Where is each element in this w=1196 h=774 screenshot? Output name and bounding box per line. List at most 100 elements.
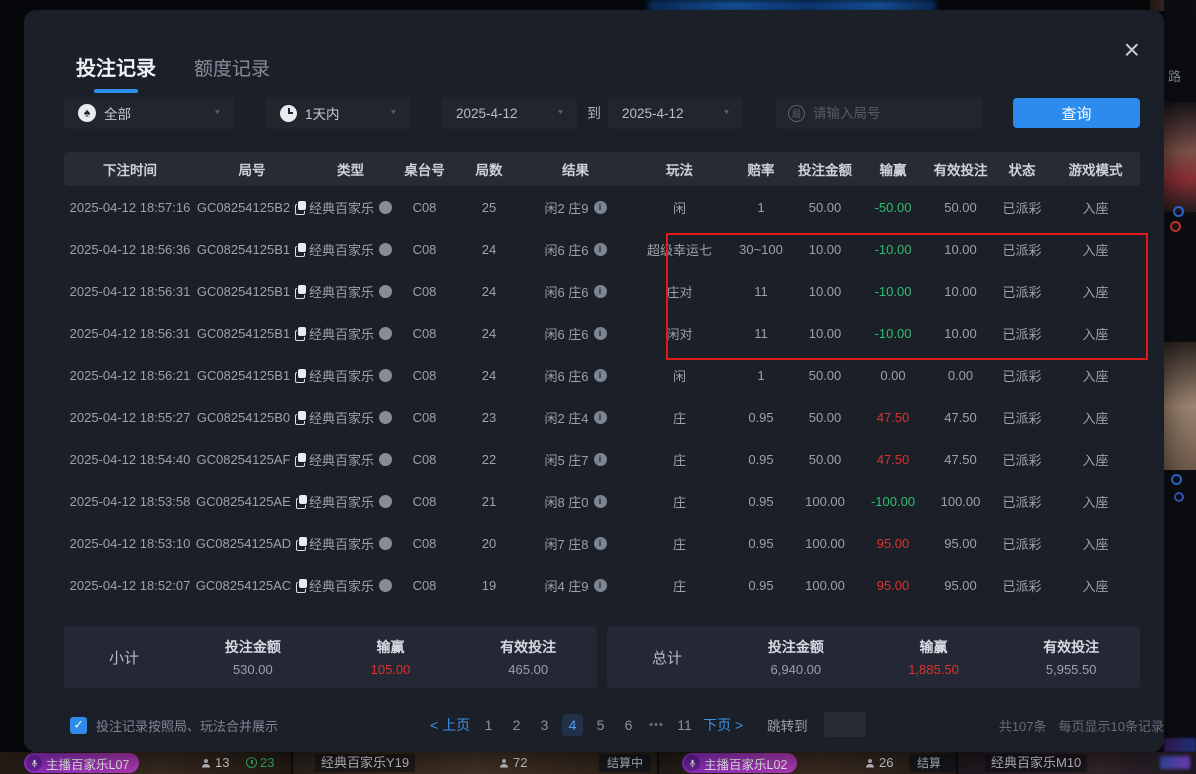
copy-icon[interactable] [295,201,307,214]
table-row[interactable]: 2025-04-12 18:55:27 GC08254125B0 经典百家乐 C… [64,396,1140,438]
table-row[interactable]: 2025-04-12 18:56:21 GC08254125B1 经典百家乐 C… [64,354,1140,396]
round-search-input[interactable] [813,106,971,121]
cell-result: 闲8 庄0 [522,492,629,511]
result-info-icon[interactable] [594,579,607,592]
live-room-tile[interactable]: 主播百家乐L07 13 23 [0,752,291,774]
cell-round-no: 22 [456,452,522,467]
page-number-button[interactable]: 1 [478,714,499,736]
chip-icon [1174,492,1184,502]
page-number-button[interactable]: ••• [646,714,667,736]
cell-valid-bet: 95.00 [928,536,993,551]
copy-icon[interactable] [295,243,307,256]
result-info-icon[interactable] [594,243,607,256]
copy-icon[interactable] [295,327,307,340]
column-header: 结果 [522,159,629,179]
time-range-select[interactable]: 1天内 [266,97,410,129]
cell-game-mode: 入座 [1051,198,1140,217]
cell-bet-time: 2025-04-12 18:56:36 [64,242,196,257]
game-logo-icon [379,369,392,382]
result-info-icon[interactable] [594,285,607,298]
close-icon[interactable]: × [1124,36,1140,64]
cell-game-mode: 入座 [1051,576,1140,595]
live-room-tile[interactable]: 经典百家乐M10 [958,752,1196,774]
table-row[interactable]: 2025-04-12 18:54:40 GC08254125AF 经典百家乐 C… [64,438,1140,480]
date-from-select[interactable]: 2025-4-12 [442,97,577,129]
page-number-button[interactable]: 6 [618,714,639,736]
result-info-icon[interactable] [594,201,607,214]
live-room-tile[interactable]: 主播百家乐L02 26 结算中 [659,752,956,774]
room-name: 主播百家乐L02 [704,754,787,773]
cell-odds: 11 [730,284,792,299]
cell-table-no: C08 [393,452,456,467]
tab-bet-records[interactable]: 投注记录 [76,52,156,81]
settling-badge: 结算中 [599,754,651,772]
result-info-icon[interactable] [594,453,607,466]
cell-valid-bet: 100.00 [928,494,993,509]
cell-round-no: 19 [456,578,522,593]
page-number-button[interactable]: 3 [534,714,555,736]
table-row[interactable]: 2025-04-12 18:56:36 GC08254125B1 经典百家乐 C… [64,228,1140,270]
copy-icon[interactable] [295,285,307,298]
cell-odds: 0.95 [730,536,792,551]
column-header: 有效投注 [928,159,993,179]
filter-bar: 全部 1天内 2025-4-12 到 2025-4-12 局 查询 [64,97,1140,129]
table-row[interactable]: 2025-04-12 18:56:31 GC08254125B1 经典百家乐 C… [64,270,1140,312]
cell-result: 闲6 庄6 [522,324,629,343]
prev-page-button[interactable]: < 上页 [430,715,470,735]
column-header: 游戏模式 [1051,159,1140,179]
cell-valid-bet: 10.00 [928,326,993,341]
table-row[interactable]: 2025-04-12 18:53:58 GC08254125AE 经典百家乐 C… [64,480,1140,522]
cell-game-type: 经典百家乐 [308,408,393,427]
merge-display-option[interactable]: 投注记录按照局、玩法合并展示 [64,716,278,735]
cell-bet-time: 2025-04-12 18:53:58 [64,494,196,509]
cell-game-type: 经典百家乐 [308,366,393,385]
chip-icon [1173,206,1184,217]
cell-round-no: 20 [456,536,522,551]
cell-result: 闲6 庄6 [522,366,629,385]
result-info-icon[interactable] [594,411,607,424]
summary-column: 有效投注 465.00 [459,637,597,677]
table-row[interactable]: 2025-04-12 18:56:31 GC08254125B1 经典百家乐 C… [64,312,1140,354]
page-number-button[interactable]: 11 [674,714,695,736]
copy-icon[interactable] [295,411,307,424]
countdown-clock-icon [246,757,257,768]
next-page-button[interactable]: 下页 > [703,715,743,735]
cell-game-type: 经典百家乐 [308,576,393,595]
game-type-select[interactable]: 全部 [64,97,234,129]
copy-icon[interactable] [295,369,307,382]
merge-checkbox[interactable] [70,717,87,734]
copy-icon[interactable] [296,537,308,550]
live-rooms-bar: 主播百家乐L07 13 23 经典百家乐Y19 72 结算中 [0,752,1196,774]
total-label: 总计 [607,647,727,668]
cell-game-mode: 入座 [1051,408,1140,427]
cell-bet-amount: 10.00 [792,326,858,341]
copy-icon[interactable] [296,579,308,592]
page-number-button[interactable]: 4 [562,714,583,736]
table-row[interactable]: 2025-04-12 18:53:10 GC08254125AD 经典百家乐 C… [64,522,1140,564]
column-header: 玩法 [629,159,730,179]
table-row[interactable]: 2025-04-12 18:52:07 GC08254125AC 经典百家乐 C… [64,564,1140,606]
cell-round-no: 25 [456,200,522,215]
date-to-select[interactable]: 2025-4-12 [608,97,743,129]
result-info-icon[interactable] [594,495,607,508]
cell-win-loss: -50.00 [858,200,928,215]
copy-icon[interactable] [296,495,308,508]
tab-quota-records[interactable]: 额度记录 [194,54,270,81]
active-tab-underline [94,89,138,93]
table-row[interactable]: 2025-04-12 18:57:16 GC08254125B2 经典百家乐 C… [64,186,1140,228]
cell-table-no: C08 [393,200,456,215]
person-icon [498,757,510,769]
page-number-button[interactable]: 5 [590,714,611,736]
person-icon [200,757,212,769]
cell-play-type: 超级幸运七 [629,240,730,259]
jump-page-input[interactable] [824,712,866,737]
cell-valid-bet: 47.50 [928,452,993,467]
records-stats: 共107条 每页显示10条记录 [999,716,1164,735]
result-info-icon[interactable] [594,537,607,550]
copy-icon[interactable] [295,453,307,466]
page-number-button[interactable]: 2 [506,714,527,736]
live-room-tile[interactable]: 经典百家乐Y19 72 结算中 [293,752,657,774]
result-info-icon[interactable] [594,327,607,340]
query-button[interactable]: 查询 [1013,98,1140,128]
result-info-icon[interactable] [594,369,607,382]
